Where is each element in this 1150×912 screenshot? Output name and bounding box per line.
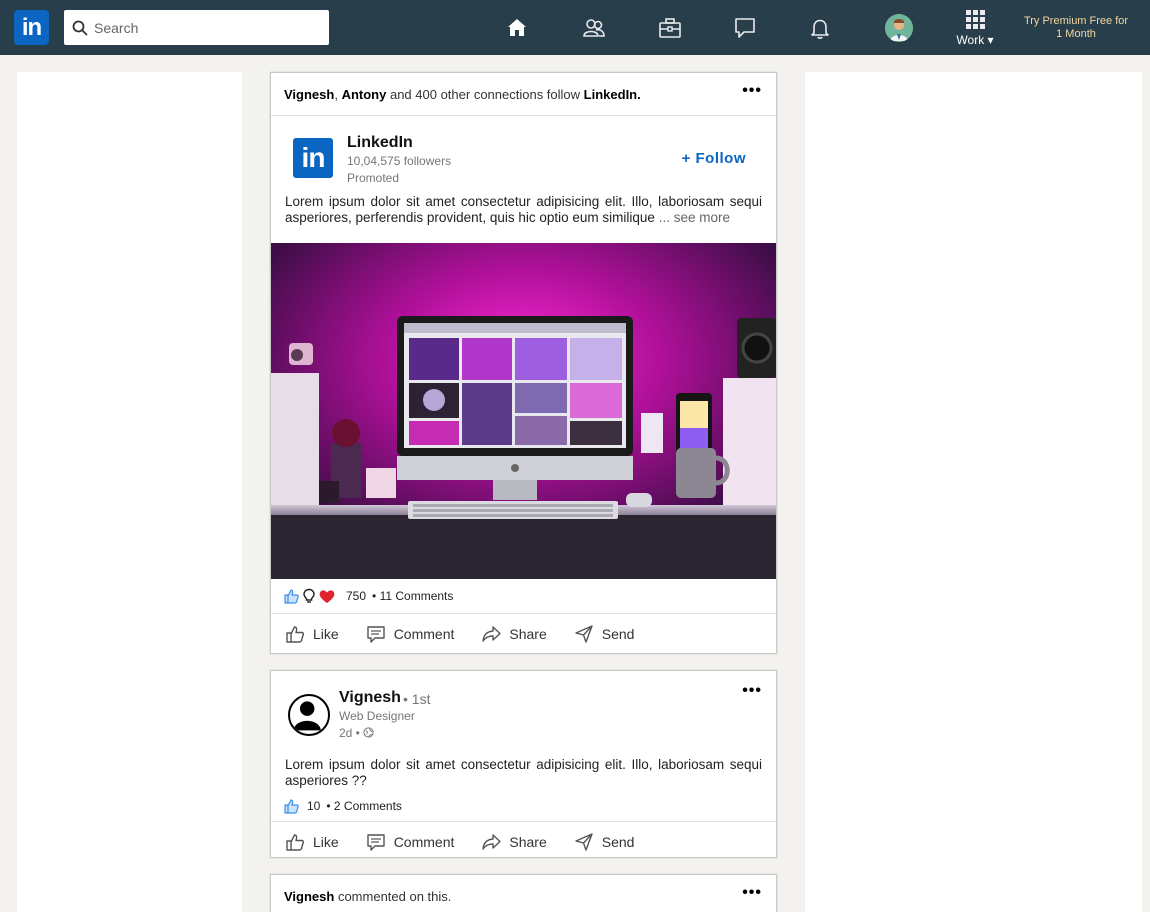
- right-sidebar: [805, 72, 1142, 912]
- context-name[interactable]: Antony: [342, 87, 387, 102]
- messaging-icon[interactable]: [733, 16, 757, 40]
- post-header: Vignesh • 1st Web Designer 2d • •••: [271, 671, 776, 751]
- send-icon: [575, 833, 593, 851]
- love-reaction-icon: [319, 589, 335, 603]
- reaction-count[interactable]: 10: [307, 799, 320, 813]
- post-image[interactable]: [271, 243, 776, 579]
- author-name[interactable]: Vignesh: [339, 689, 401, 707]
- share-label: Share: [509, 834, 547, 850]
- see-more-link[interactable]: ... see more: [655, 210, 730, 225]
- search-icon: [72, 20, 88, 35]
- more-options-icon[interactable]: •••: [742, 885, 762, 901]
- work-label: Work ▾: [956, 33, 994, 47]
- context-org[interactable]: LinkedIn.: [584, 87, 641, 102]
- send-label: Send: [601, 626, 635, 642]
- linkedin-logo[interactable]: in: [14, 10, 49, 45]
- profile-avatar[interactable]: [885, 14, 913, 42]
- left-sidebar: [17, 72, 242, 912]
- home-icon[interactable]: [505, 16, 529, 40]
- send-button[interactable]: Send: [574, 624, 635, 644]
- author-avatar[interactable]: [288, 694, 330, 736]
- desk-setup-illustration: [271, 243, 776, 579]
- like-button[interactable]: Like: [285, 624, 339, 644]
- company-logo[interactable]: in: [293, 138, 333, 178]
- follow-button[interactable]: + Follow: [682, 150, 746, 167]
- more-options-icon[interactable]: •••: [742, 83, 762, 99]
- like-label: Like: [313, 834, 339, 850]
- search-input[interactable]: [94, 19, 314, 36]
- company-name[interactable]: LinkedIn: [347, 134, 413, 152]
- notifications-icon[interactable]: [808, 16, 832, 40]
- send-button[interactable]: Send: [574, 832, 635, 852]
- context-name[interactable]: Vignesh: [284, 87, 334, 102]
- my-network-icon[interactable]: [582, 16, 606, 40]
- comment-button[interactable]: Comment: [366, 624, 455, 644]
- jobs-icon[interactable]: [658, 16, 682, 40]
- share-label: Share: [509, 626, 547, 642]
- comment-button[interactable]: Comment: [366, 832, 455, 852]
- like-reaction-icon: [284, 589, 299, 604]
- share-button[interactable]: Share: [481, 624, 547, 644]
- share-icon: [482, 626, 502, 642]
- send-icon: [575, 625, 593, 643]
- context-text: commented on this.: [334, 889, 452, 904]
- post-time-text: 2d •: [339, 726, 360, 740]
- post-header: in LinkedIn 10,04,575 followers Promoted…: [271, 116, 776, 188]
- search-box[interactable]: [64, 10, 329, 45]
- more-options-icon[interactable]: •••: [742, 683, 762, 699]
- follower-count: 10,04,575 followers: [347, 154, 452, 168]
- post-actions: Like Comment Share Send: [271, 614, 776, 654]
- globe-icon: [363, 727, 374, 738]
- post-stats: 10 • 2 Comments: [271, 791, 776, 822]
- comment-icon: [366, 834, 385, 851]
- thumbs-up-icon: [286, 834, 305, 851]
- post-stats: 750 • 11 Comments: [271, 579, 776, 614]
- comment-icon: [366, 626, 385, 643]
- post-context: Vignesh, Antony and 400 other connection…: [271, 73, 776, 116]
- like-button[interactable]: Like: [285, 832, 339, 852]
- reaction-count[interactable]: 750: [346, 589, 366, 603]
- try-premium-link[interactable]: Try Premium Free for 1 Month: [1020, 15, 1132, 41]
- like-label: Like: [313, 626, 339, 642]
- author-title: Web Designer: [339, 709, 415, 723]
- feed-post-promoted: Vignesh, Antony and 400 other connection…: [270, 72, 777, 654]
- comment-label: Comment: [393, 834, 455, 850]
- comment-count[interactable]: • 2 Comments: [326, 799, 402, 813]
- post-context: Vignesh commented on this. •••: [271, 875, 776, 912]
- post-actions: Like Comment Share Send: [271, 822, 776, 862]
- share-button[interactable]: Share: [481, 832, 547, 852]
- work-grid-icon: [952, 10, 998, 29]
- like-reaction-icon: [284, 799, 299, 814]
- connection-degree: • 1st: [403, 691, 431, 707]
- promoted-label: Promoted: [347, 171, 400, 185]
- insightful-reaction-icon: [303, 588, 315, 603]
- share-icon: [482, 834, 502, 850]
- feed-post: Vignesh commented on this. •••: [270, 874, 777, 912]
- work-menu[interactable]: Work ▾: [952, 10, 998, 47]
- thumbs-up-icon: [286, 626, 305, 643]
- post-time: 2d •: [339, 726, 374, 740]
- comment-count[interactable]: • 11 Comments: [372, 589, 453, 603]
- post-text: Lorem ipsum dolor sit amet consectetur a…: [271, 188, 776, 243]
- context-name[interactable]: Vignesh: [284, 889, 334, 904]
- post-body: Lorem ipsum dolor sit amet consectetur a…: [285, 757, 762, 788]
- feed-post: Vignesh • 1st Web Designer 2d • ••• Lore…: [270, 670, 777, 858]
- top-navbar: in Work ▾ Try Premium Free for 1 Month: [0, 0, 1150, 55]
- comment-label: Comment: [393, 626, 455, 642]
- send-label: Send: [601, 834, 635, 850]
- context-text: and 400 other connections follow: [386, 87, 584, 102]
